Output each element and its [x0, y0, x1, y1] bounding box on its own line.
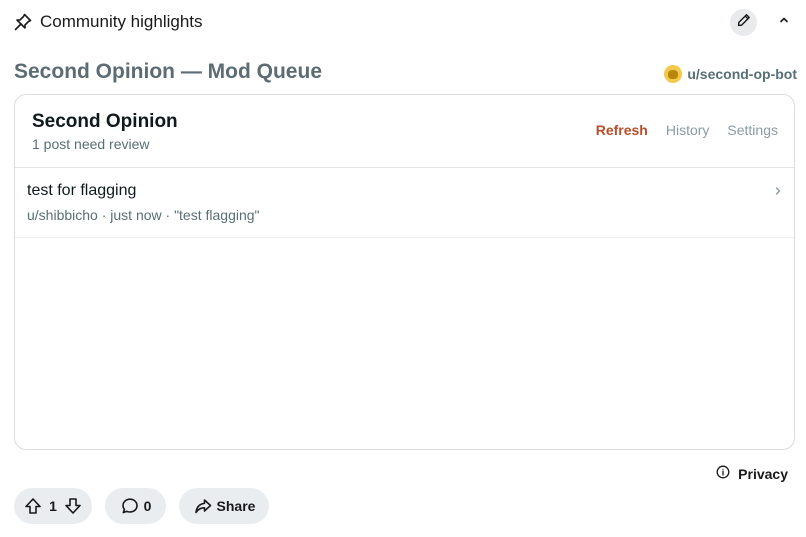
chevron-up-icon	[778, 13, 790, 31]
share-icon	[193, 496, 213, 516]
refresh-button[interactable]: Refresh	[596, 122, 648, 138]
community-highlights-title: Community highlights	[40, 12, 203, 31]
chevron-right-icon	[774, 183, 782, 199]
share-button[interactable]: Share	[179, 488, 269, 524]
list-item[interactable]: test for flagging u/shibbicho · just now…	[15, 167, 794, 238]
settings-button[interactable]: Settings	[727, 122, 778, 138]
pencil-icon	[737, 13, 751, 32]
info-icon	[716, 465, 730, 482]
vote-count: 1	[49, 498, 57, 514]
queue-item-title: test for flagging	[27, 182, 137, 199]
history-button[interactable]: History	[666, 122, 710, 138]
vote-controls: 1	[14, 488, 92, 524]
card-actions: Refresh History Settings	[596, 122, 778, 138]
comment-count: 0	[143, 498, 152, 514]
privacy-link[interactable]: Privacy	[716, 465, 788, 482]
privacy-label: Privacy	[738, 465, 788, 482]
edit-button[interactable]	[730, 9, 757, 36]
collapse-button[interactable]	[772, 10, 796, 34]
pin-icon	[13, 12, 33, 32]
downvote-icon[interactable]	[63, 496, 83, 516]
avatar	[664, 65, 683, 83]
mod-queue-card: Second Opinion 1 post need review Refres…	[14, 94, 795, 450]
upvote-icon[interactable]	[23, 496, 43, 516]
post-author[interactable]: u/second-op-bot	[664, 65, 797, 83]
author-username: u/second-op-bot	[687, 66, 797, 82]
community-highlights-bar: Community highlights	[0, 0, 806, 44]
queue-item-meta: u/shibbicho · just now · "test flagging"	[27, 207, 260, 223]
comments-button[interactable]: 0	[105, 488, 166, 524]
share-label: Share	[216, 498, 256, 514]
review-count: 1 post need review	[32, 136, 150, 152]
post-title[interactable]: Second Opinion — Mod Queue	[14, 59, 322, 85]
card-header: Second Opinion 1 post need review Refres…	[15, 95, 794, 168]
comment-icon	[120, 496, 140, 516]
card-title: Second Opinion	[32, 111, 178, 132]
